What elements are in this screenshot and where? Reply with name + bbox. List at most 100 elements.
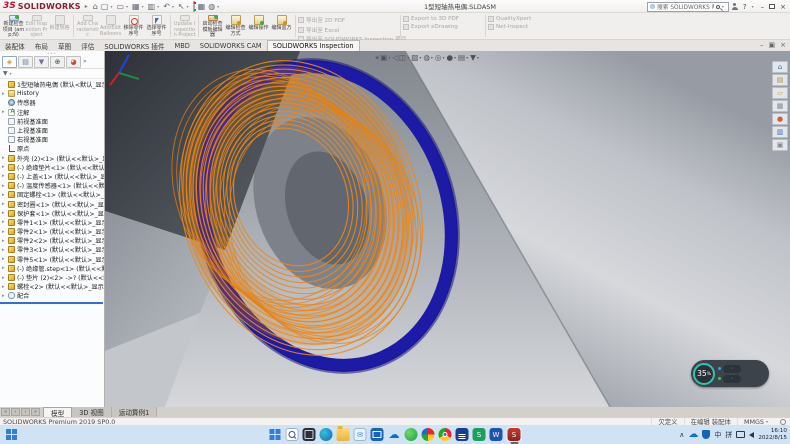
rollback-bar[interactable] — [0, 302, 103, 304]
tree-item-component[interactable]: ▸螺栓<2> (默认<<默认>_显示状态 — [0, 282, 104, 291]
tray-expand-icon[interactable]: ∧ — [679, 431, 684, 439]
solidworks-resources-tab[interactable]: ⌂ — [772, 61, 788, 73]
browser-360-icon[interactable] — [422, 428, 435, 441]
remove-balloons-button[interactable]: 移除零件序号 — [122, 14, 145, 39]
appearance-dropdown-icon[interactable]: ▾ — [454, 55, 456, 60]
save-icon[interactable]: ▦ — [131, 2, 141, 11]
edit-appearance-icon[interactable]: ● — [446, 53, 453, 62]
tab-solidworks-addins[interactable]: SOLIDWORKS 插件 — [99, 40, 169, 51]
solidworks-taskbar-active[interactable]: S — [507, 427, 522, 442]
scene-dropdown-icon[interactable]: ▾ — [466, 55, 468, 60]
export-edrawing-item[interactable]: Export eDrawing — [403, 24, 483, 30]
view-orientation-icon[interactable]: ▧ — [411, 53, 418, 62]
start-button[interactable] — [269, 428, 282, 441]
select-balloons-button[interactable]: 选择零件序号 — [145, 14, 168, 39]
3d-views-tab[interactable]: 3D 视图 — [72, 407, 112, 417]
taskbar-clock[interactable]: 16:10 2022/8/15 — [758, 428, 787, 441]
tab-mbd[interactable]: MBD — [170, 40, 195, 51]
search-dropdown-icon[interactable]: ▾ — [722, 4, 724, 9]
first-tab-icon[interactable]: « — [1, 408, 10, 416]
add-edit-balloons-button[interactable]: Add/Edit Balloons — [99, 14, 122, 39]
tree-filter[interactable]: ▼ ▾ — [0, 69, 104, 79]
edit-operations-button[interactable]: 编辑操作 — [247, 14, 270, 39]
file-explorer-icon[interactable] — [337, 428, 350, 441]
screen-recorder-widget[interactable]: 35% ◦ ◦ — [691, 360, 769, 387]
tree-item-component[interactable]: ▸外壳 (2)<1> (默认<<默认>_显示状 — [0, 154, 104, 163]
minimize-button[interactable]: – — [759, 3, 767, 11]
tab-solidworks-cam[interactable]: SOLIDWORKS CAM — [195, 40, 267, 51]
filter-dropdown-icon[interactable]: ▾ — [10, 71, 12, 76]
tree-item-component[interactable]: ▸零件5<1> (默认<<默认>_显示状态 — [0, 255, 104, 264]
home-icon[interactable]: ⌂ — [92, 2, 99, 11]
help-icon[interactable]: ? — [741, 3, 749, 11]
select-icon[interactable]: ↖ — [177, 2, 186, 11]
widgets-icon[interactable] — [5, 428, 18, 441]
export-2d-pdf-item[interactable]: 导出至 2D PDF — [298, 16, 398, 24]
displaymanager-tab[interactable]: ◕ — [66, 56, 81, 68]
help-dropdown-icon[interactable]: ▾ — [752, 4, 754, 9]
view-settings-dropdown-icon[interactable]: ▾ — [477, 55, 479, 60]
quick-access-expand-icon[interactable]: ▸ — [85, 3, 88, 10]
export-excel-item[interactable]: 导出至 Excel — [298, 26, 398, 34]
search-scope-icon[interactable] — [650, 4, 655, 9]
taskbar-search-icon[interactable] — [286, 428, 299, 441]
custom-properties-tab[interactable]: ▥ — [772, 126, 788, 138]
next-tab-icon[interactable]: › — [21, 408, 30, 416]
tree-item-right-plane[interactable]: 右视基准面 — [0, 135, 104, 144]
net-inspect-item[interactable]: Net-Inspect — [488, 24, 546, 30]
volume-icon[interactable] — [749, 432, 754, 438]
new-document-icon[interactable]: ▢ — [100, 2, 110, 11]
zoom-area-icon[interactable]: ▣ — [380, 53, 387, 62]
tab-evaluate[interactable]: 评估 — [76, 40, 99, 51]
ime-mode-indicator[interactable]: 拼 — [725, 430, 732, 440]
section-dropdown-icon[interactable]: ▾ — [407, 55, 409, 60]
save-dropdown-icon[interactable]: ▾ — [142, 4, 144, 9]
tree-item-sensors[interactable]: 传感器 — [0, 98, 104, 107]
task-view-icon[interactable] — [303, 428, 316, 441]
wechat-icon[interactable] — [405, 428, 418, 441]
tree-item-component[interactable]: ▸(-) 上盖<1> (默认<<默认>_显示状 — [0, 172, 104, 181]
recorder-camera-button[interactable]: ◦ — [723, 365, 741, 373]
recorder-zoom-badge[interactable]: 35% — [693, 363, 715, 385]
zoom-area-dropdown-icon[interactable]: ▾ — [388, 55, 390, 60]
doc-minimize-button[interactable]: – — [760, 41, 764, 49]
orientation-dropdown-icon[interactable]: ▾ — [419, 55, 421, 60]
print-dropdown-icon[interactable]: ▾ — [157, 4, 159, 9]
motion-study-tab[interactable]: 运动算例1 — [112, 407, 158, 417]
units-selector[interactable]: MMGS▾ — [737, 418, 776, 425]
microsoft-store-icon[interactable] — [371, 428, 384, 441]
section-view-icon[interactable]: ◫ — [399, 53, 406, 62]
mail-icon[interactable]: ✉ — [354, 428, 367, 441]
chrome-icon[interactable] — [439, 428, 452, 441]
ime-language-indicator[interactable]: 中 — [714, 430, 721, 440]
tree-item-component[interactable]: ▸(-) 垫片 (2)<2> ->? (默认<<默认> — [0, 273, 104, 282]
onedrive-icon[interactable]: ☁ — [388, 428, 401, 441]
qualityxpert-item[interactable]: QualityXpert — [488, 16, 546, 22]
tree-item-component[interactable]: ▸零件1<1> (默认<<默认>_显示状态 — [0, 218, 104, 227]
design-library-tab[interactable]: ▤ — [772, 74, 788, 86]
doc-restore-button[interactable]: ▣ — [769, 41, 776, 49]
edit-inspection-methods-button[interactable]: 编辑检查方式 — [224, 14, 247, 39]
view-palette-tab[interactable]: ▦ — [772, 100, 788, 112]
spreadsheet-app-icon[interactable]: S — [473, 428, 486, 441]
add-characteristic-button[interactable]: Add Characteristic — [76, 14, 99, 39]
forum-tab[interactable]: ▣ — [772, 139, 788, 151]
new-inspection-project-button[interactable]: 新建检查项目 (amp;N) — [2, 14, 25, 39]
prev-tab-icon[interactable]: ‹ — [11, 408, 20, 416]
user-account-icon[interactable] — [732, 3, 738, 10]
launch-inspection-template-editor-button[interactable]: 启动检查模板编辑器 — [201, 14, 224, 39]
options-icon[interactable]: ◍ — [207, 2, 216, 11]
options-dropdown-icon[interactable]: ▾ — [217, 4, 219, 9]
edit-monitor-button[interactable]: 编辑监方 — [270, 14, 293, 39]
tree-item-origin[interactable]: 原点 — [0, 144, 104, 153]
hide-show-dropdown-icon[interactable]: ▾ — [442, 55, 444, 60]
notes-app-icon[interactable] — [456, 428, 469, 441]
appearances-tab[interactable]: ● — [772, 113, 788, 125]
tree-item-component[interactable]: ▸固定螺栓<1> (默认<<默认>_显示 — [0, 190, 104, 199]
apply-scene-icon[interactable]: ▤ — [458, 53, 465, 62]
rebuild-icon[interactable] — [193, 1, 195, 12]
tree-item-component[interactable]: ▸(-) 绝缘管.step<1> (默认<<默认> — [0, 264, 104, 273]
hide-show-items-icon[interactable]: ◎ — [435, 53, 442, 62]
select-dropdown-icon[interactable]: ▾ — [187, 4, 189, 9]
edit-inspection-project-button[interactable]: Edit Inspection Project — [25, 14, 48, 39]
